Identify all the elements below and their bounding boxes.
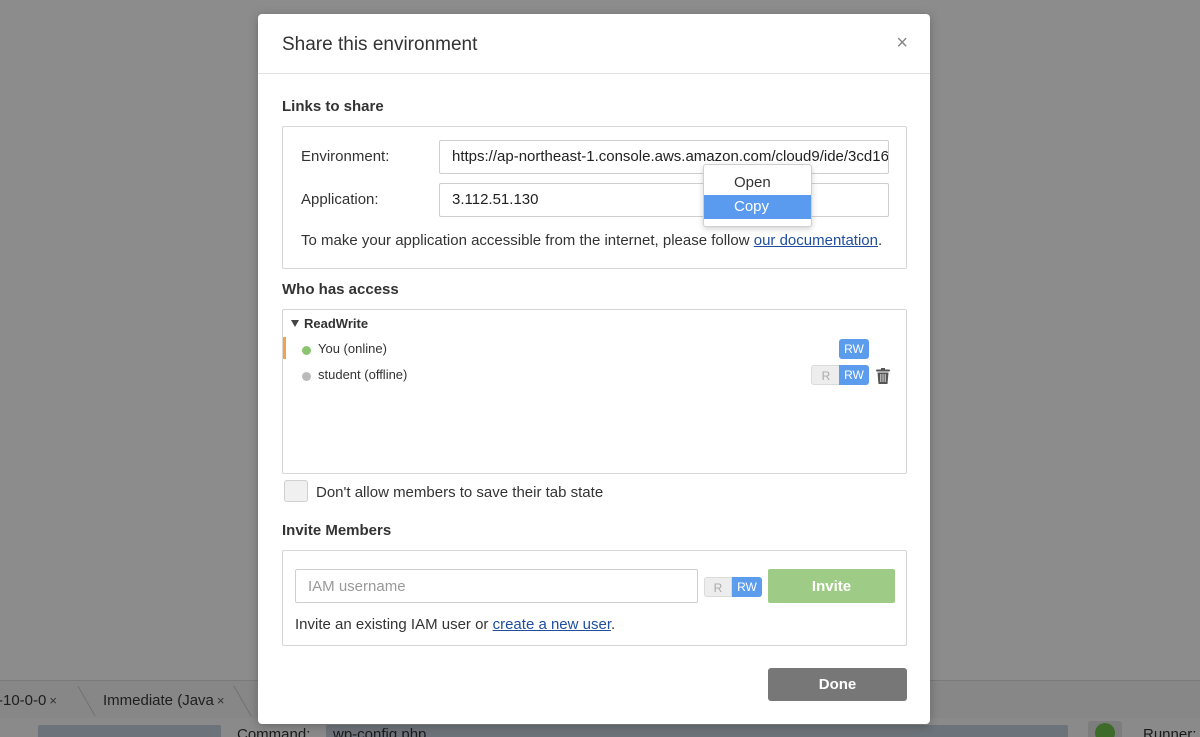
close-icon[interactable]: ×: [49, 693, 57, 708]
context-menu-copy[interactable]: Copy: [704, 195, 811, 219]
application-url-field[interactable]: 3.112.51.130: [439, 183, 889, 217]
member-row: student (offline) R RW: [283, 363, 906, 387]
command-value: wp-config.php: [333, 726, 427, 737]
permission-rw-toggle[interactable]: RW: [839, 365, 869, 385]
command-label: Command:: [237, 726, 311, 737]
invite-note: Invite an existing IAM user or create a …: [295, 616, 615, 633]
tab-state-checkbox[interactable]: [284, 480, 308, 502]
documentation-link[interactable]: our documentation: [754, 232, 878, 249]
application-note-end: .: [877, 232, 883, 249]
invite-panel: R RW Invite Invite an existing IAM user …: [282, 550, 907, 646]
access-section-title: Who has access: [282, 281, 399, 298]
application-note: To make your application accessible from…: [301, 232, 882, 249]
ide-tab-label: Immediate (Java: [103, 692, 214, 709]
links-section-title: Links to share: [282, 98, 384, 115]
member-name: You (online): [318, 341, 387, 356]
offline-status-dot: [302, 372, 311, 381]
access-panel: ReadWrite You (online) RW student (offli…: [282, 309, 907, 474]
environment-label: Environment:: [301, 148, 390, 165]
invite-button[interactable]: Invite: [768, 569, 895, 603]
context-menu-open[interactable]: Open: [704, 171, 811, 195]
application-label: Application:: [301, 191, 379, 208]
ide-tab-immediate[interactable]: Immediate (Java ×: [103, 684, 224, 718]
runner-label: Runner:: [1143, 726, 1197, 737]
permission-r-toggle[interactable]: R: [811, 365, 841, 385]
trash-icon[interactable]: [876, 368, 890, 384]
share-environment-dialog: Share this environment × Links to share …: [258, 14, 930, 724]
environment-url-field[interactable]: https://ap-northeast-1.console.aws.amazo…: [439, 140, 889, 174]
gear-icon: [1095, 723, 1115, 737]
group-readwrite[interactable]: ReadWrite: [291, 316, 368, 331]
close-icon[interactable]: ×: [896, 32, 908, 54]
invite-permission-r-toggle[interactable]: R: [704, 577, 732, 597]
ide-tab-terminal[interactable]: -10-0-0 ×: [0, 684, 57, 718]
permission-rw-badge[interactable]: RW: [839, 339, 869, 359]
member-row: You (online) RW: [283, 337, 906, 361]
runner-gear-button[interactable]: [1088, 721, 1122, 737]
dialog-title: Share this environment: [282, 34, 478, 55]
invite-section-title: Invite Members: [282, 522, 392, 539]
tab-state-label: Don't allow members to save their tab st…: [316, 484, 604, 501]
links-panel: Environment: https://ap-northeast-1.cons…: [282, 126, 907, 269]
invite-note-text: Invite an existing IAM user or: [295, 616, 493, 633]
invite-permission-rw-toggle[interactable]: RW: [732, 577, 762, 597]
caret-down-icon[interactable]: [291, 320, 299, 328]
invite-note-end: .: [611, 616, 616, 633]
ide-tab-label: -10-0-0: [0, 692, 47, 709]
command-input[interactable]: [326, 725, 1068, 737]
done-button[interactable]: Done: [768, 668, 907, 701]
run-button[interactable]: [38, 725, 221, 737]
context-menu: Open Copy: [703, 164, 812, 227]
iam-username-input[interactable]: [295, 569, 698, 603]
group-name: ReadWrite: [304, 316, 369, 331]
member-name: student (offline): [318, 367, 408, 382]
online-status-dot: [302, 346, 311, 355]
close-icon[interactable]: ×: [217, 693, 225, 708]
create-user-link[interactable]: create a new user: [493, 616, 611, 633]
application-note-text: To make your application accessible from…: [301, 232, 754, 249]
dialog-header: Share this environment ×: [258, 14, 930, 74]
